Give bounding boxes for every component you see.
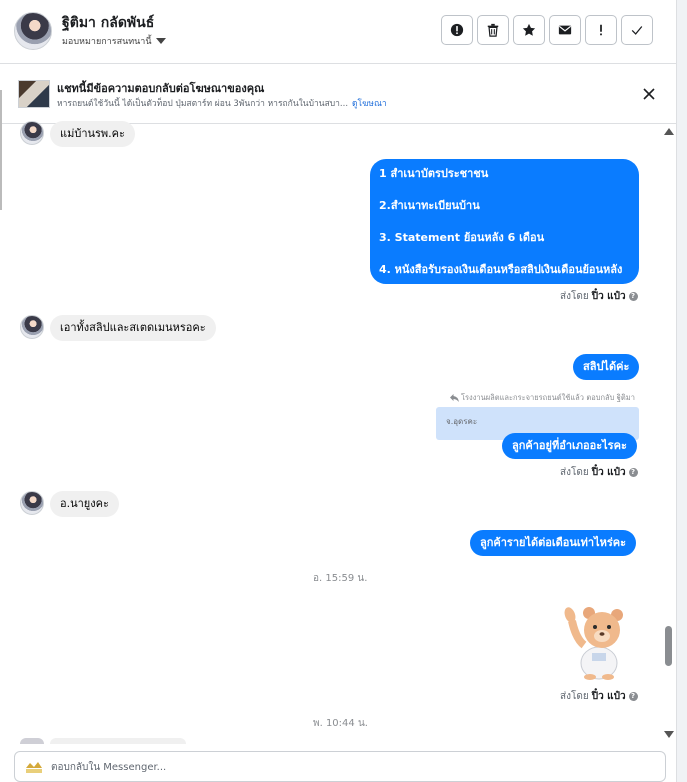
contact-avatar-small (20, 121, 44, 145)
outgoing-message[interactable]: ลูกค้ารายได้ต่อเดือนเท่าไหร่คะ (470, 530, 637, 556)
ad-banner-title: แชทนี้มีข้อความตอบกลับต่อโฆษณาของคุณ (57, 82, 265, 95)
help-icon[interactable]: ? (628, 692, 638, 701)
ad-thumbnail[interactable] (18, 80, 50, 108)
message-line: 2.สำเนาทะเบียนบ้าน (379, 199, 480, 212)
incoming-message[interactable]: แม่บ้านรพ.คะ (50, 121, 135, 147)
delete-button[interactable] (477, 15, 509, 45)
reply-composer[interactable] (14, 751, 666, 782)
incoming-message-partial[interactable] (50, 738, 186, 744)
sent-by-prefix: ส่งโดย (560, 691, 589, 702)
sent-by-agent: ปิ๋ว แป๋ว (591, 691, 626, 702)
outgoing-message[interactable]: สลิปได้ค่ะ (573, 354, 640, 380)
reply-icon (450, 394, 459, 402)
incoming-message[interactable]: อ.นายูงคะ (50, 491, 119, 517)
follow-up-button[interactable] (585, 15, 617, 45)
sent-by-prefix: ส่งโดย (560, 467, 589, 478)
contact-avatar[interactable] (14, 12, 52, 50)
reply-header: โรงงานผลิตและกระจายรถยนต์ใช้แล้ว ตอบกลับ… (450, 392, 635, 404)
ad-reply-banner: แชทนี้มีข้อความตอบกลับต่อโฆษณาของคุณ หาร… (0, 64, 676, 124)
caret-down-icon (155, 38, 166, 44)
scrollbar-thumb[interactable] (665, 626, 672, 666)
scroll-down-arrow-icon[interactable] (664, 731, 674, 738)
view-ad-link[interactable]: ดูโฆษณา (352, 99, 387, 109)
contact-avatar-small (20, 738, 44, 744)
ad-banner-subtitle: หารถยนต์ใช้วันนี้ ได้เป็นตัวท็อป ปุ่มสตา… (57, 96, 387, 110)
header-actions (441, 15, 653, 45)
check-icon (631, 26, 643, 35)
mark-done-button[interactable] (621, 15, 653, 45)
sent-by-agent: ปิ๋ว แป๋ว (591, 291, 626, 302)
contact-avatar-small (20, 315, 44, 339)
incoming-message[interactable]: เอาทั้งสลิปและสเตดเมนหรอคะ (50, 315, 216, 341)
envelope-icon (558, 25, 572, 35)
reply-input[interactable] (51, 758, 651, 776)
bear-sticker[interactable] (562, 603, 624, 681)
message-line: 1 สำเนาบัตรประชาชน (379, 167, 489, 180)
star-button[interactable] (513, 15, 545, 45)
sent-by-agent: ปิ๋ว แป๋ว (591, 467, 626, 478)
close-icon (643, 88, 655, 100)
window-right-edge (676, 0, 687, 782)
star-icon (522, 23, 536, 36)
outgoing-message[interactable]: 1 สำเนาบัตรประชาชน 2.สำเนาทะเบียนบ้าน 3.… (370, 159, 639, 284)
message-line: 3. Statement ย้อนหลัง 6 เดือน (379, 231, 545, 244)
scroll-up-arrow-icon[interactable] (664, 128, 674, 135)
mark-spam-button[interactable] (441, 15, 473, 45)
conversation-header: ฐิติมา กลัดพันธ์ มอบหมายการสนทนานี้ (0, 0, 676, 64)
sent-by-label: ส่งโดย ปิ๋ว แป๋ว ? (560, 289, 638, 304)
exclamation-icon (600, 24, 602, 36)
message-timestamp: พ. 10:44 น. (313, 718, 368, 729)
reply-header-text: โรงงานผลิตและกระจายรถยนต์ใช้แล้ว ตอบกลับ… (461, 393, 635, 402)
contact-name[interactable]: ฐิติมา กลัดพันธ์ (62, 12, 154, 34)
sent-by-label: ส่งโดย ปิ๋ว แป๋ว ? (560, 465, 638, 480)
assign-conversation-dropdown[interactable]: มอบหมายการสนทนานี้ (62, 34, 166, 48)
ad-banner-text: หารถยนต์ใช้วันนี้ ได้เป็นตัวท็อป ปุ่มสตา… (57, 99, 349, 109)
message-timestamp: อ. 15:59 น. (313, 573, 368, 584)
trash-icon (487, 23, 499, 37)
assign-label: มอบหมายการสนทนานี้ (62, 37, 152, 47)
exclamation-circle-icon (450, 23, 464, 37)
help-icon[interactable]: ? (628, 292, 638, 301)
contact-avatar-small (20, 491, 44, 515)
sent-by-label: ส่งโดย ปิ๋ว แป๋ว ? (560, 689, 638, 704)
outgoing-message[interactable]: ลูกค้าอยู่ที่อำเภออะไรคะ (502, 433, 637, 459)
help-icon[interactable]: ? (628, 468, 638, 477)
sent-by-prefix: ส่งโดย (560, 291, 589, 302)
close-banner-button[interactable] (640, 85, 658, 103)
mark-unread-button[interactable] (549, 15, 581, 45)
page-logo-icon (26, 762, 42, 773)
